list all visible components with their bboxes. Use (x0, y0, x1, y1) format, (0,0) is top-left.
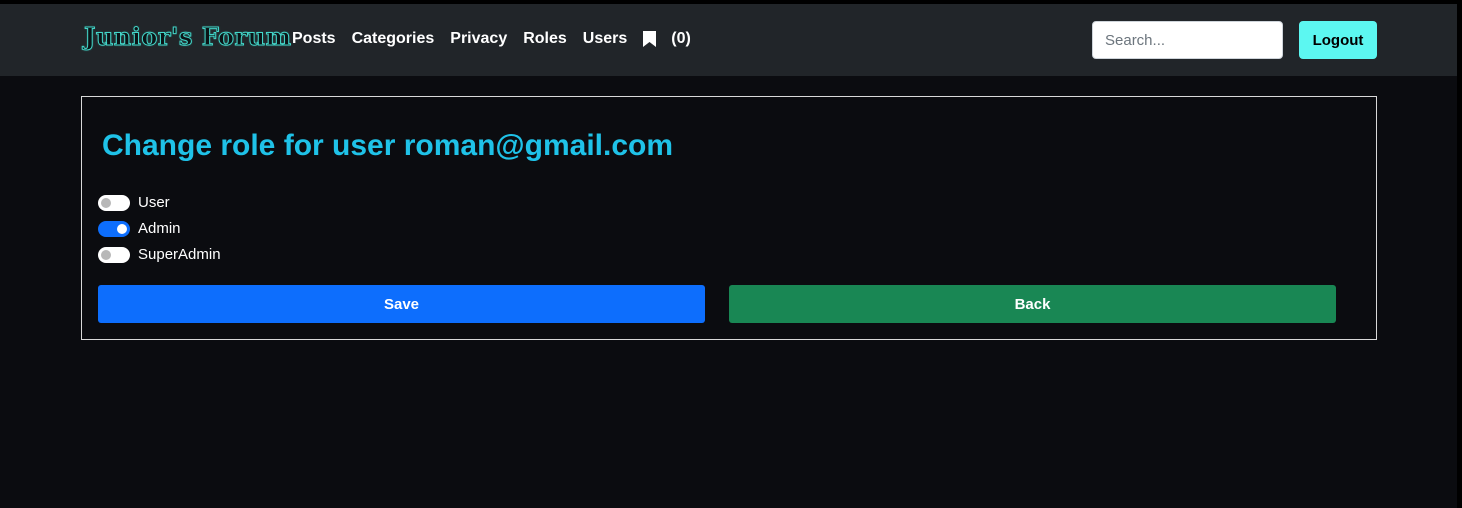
page-title: Change role for user roman@gmail.com (102, 129, 674, 162)
role-label-superadmin: SuperAdmin (138, 246, 221, 263)
nav-link-categories[interactable]: Categories (352, 30, 435, 48)
role-label-user: User (138, 194, 170, 211)
nav-link-privacy[interactable]: Privacy (450, 30, 507, 48)
change-role-card: Change role for user roman@gmail.com Use… (81, 96, 1377, 340)
bookmark-icon[interactable] (643, 31, 657, 47)
search-input[interactable] (1092, 21, 1283, 59)
role-switch-superadmin[interactable] (98, 246, 130, 263)
nav-links: Posts Categories Privacy Roles Users (0) (292, 30, 691, 48)
save-button[interactable]: Save (98, 285, 705, 323)
role-switch-user[interactable] (98, 194, 130, 211)
bookmark-count[interactable]: (0) (671, 30, 691, 48)
nav-link-users[interactable]: Users (583, 30, 627, 48)
navbar: Junior's Forum Posts Categories Privacy … (0, 4, 1457, 76)
nav-link-roles[interactable]: Roles (523, 30, 567, 48)
back-button[interactable]: Back (729, 285, 1336, 323)
role-label-admin: Admin (138, 220, 181, 237)
role-option-admin: Admin (98, 220, 181, 237)
window-right-border (1457, 0, 1462, 508)
nav-link-posts[interactable]: Posts (292, 30, 336, 48)
logout-button[interactable]: Logout (1299, 21, 1377, 59)
role-option-user: User (98, 194, 170, 211)
role-switch-admin[interactable] (98, 220, 130, 237)
brand-logo[interactable]: Junior's Forum (83, 22, 291, 52)
role-option-superadmin: SuperAdmin (98, 246, 221, 263)
